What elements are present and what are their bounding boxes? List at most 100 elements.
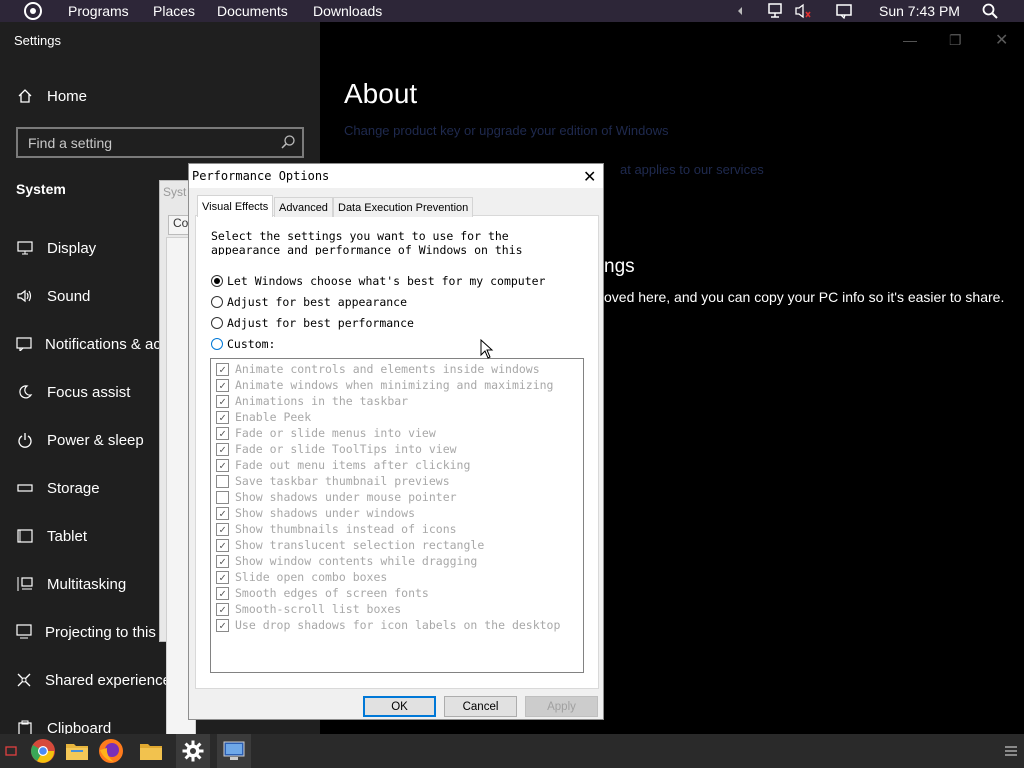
volume-muted-icon[interactable] <box>793 0 813 22</box>
tablet-icon <box>16 527 34 545</box>
mouse-pointer-icon <box>480 338 494 364</box>
nav-item-label: Display <box>47 239 97 257</box>
list-item-label: Show window contents while dragging <box>235 554 478 568</box>
apply-button[interactable]: Apply <box>525 696 598 717</box>
checkbox[interactable]: ✓ <box>216 394 229 408</box>
nav-item-tablet[interactable]: Tablet <box>16 524 166 548</box>
folder-icon[interactable] <box>134 734 168 768</box>
list-item[interactable]: ✓ Show translucent selection rectangle <box>216 537 484 553</box>
minimize-button[interactable]: — <box>903 32 917 48</box>
radio-button[interactable] <box>211 296 223 308</box>
list-item-label: Slide open combo boxes <box>235 570 388 584</box>
checkbox[interactable] <box>216 474 229 488</box>
app-menu-icon[interactable] <box>24 2 42 20</box>
file-manager-icon[interactable] <box>60 734 94 768</box>
nav-item-multitasking[interactable]: Multitasking <box>16 572 166 596</box>
network-icon[interactable] <box>766 0 786 22</box>
list-item[interactable]: ✓ Animations in the taskbar <box>216 393 408 409</box>
checkbox[interactable]: ✓ <box>216 362 229 376</box>
firefox-icon[interactable] <box>94 734 128 768</box>
copy-info-description: oved here, and you can copy your PC info… <box>604 289 1005 305</box>
menu-downloads[interactable]: Downloads <box>313 3 382 19</box>
checkbox[interactable]: ✓ <box>216 538 229 552</box>
list-item[interactable]: ✓ Show shadows under windows <box>216 505 415 521</box>
system-window-icon[interactable] <box>217 734 251 768</box>
chromium-icon[interactable] <box>26 734 60 768</box>
nav-item-focus-assist[interactable]: Focus assist <box>16 380 166 404</box>
nav-item-display[interactable]: Display <box>16 236 166 260</box>
services-link-text[interactable]: at applies to our services <box>620 162 764 177</box>
checkbox[interactable]: ✓ <box>216 570 229 584</box>
list-item[interactable]: ✓ Fade or slide menus into view <box>216 425 436 441</box>
power-icon <box>16 431 34 449</box>
list-item[interactable]: ✓ Show window contents while dragging <box>216 553 477 569</box>
list-item[interactable]: ✓ Use drop shadows for icon labels on the… <box>216 617 560 633</box>
list-item-label: Animations in the taskbar <box>235 394 409 408</box>
checkbox[interactable]: ✓ <box>216 554 229 568</box>
list-item[interactable]: ✓ Enable Peek <box>216 409 311 425</box>
system-properties-title: Syst <box>163 185 187 199</box>
taskbar-menu-icon[interactable] <box>998 734 1024 768</box>
checkbox[interactable] <box>216 490 229 504</box>
find-setting-input[interactable]: Find a setting <box>16 127 304 158</box>
nav-home[interactable]: Home <box>16 84 166 108</box>
radio-button[interactable] <box>211 275 223 287</box>
menu-documents[interactable]: Documents <box>217 3 288 19</box>
radio-button[interactable] <box>211 317 223 329</box>
visual-effects-list[interactable]: ✓ Animate controls and elements inside wi… <box>210 358 584 673</box>
list-item[interactable]: ✓ Fade out menu items after clicking <box>216 457 470 473</box>
ok-button[interactable]: OK <box>363 696 436 717</box>
nav-item-projecting[interactable]: Projecting to this PC <box>16 620 166 644</box>
radio-button[interactable] <box>211 338 223 350</box>
dialog-close-icon[interactable]: ✕ <box>583 167 596 187</box>
checkbox[interactable]: ✓ <box>216 458 229 472</box>
maximize-button[interactable]: ❐ <box>949 32 962 49</box>
nav-item-sound[interactable]: Sound <box>16 284 166 308</box>
checkbox[interactable]: ✓ <box>216 618 229 632</box>
list-item[interactable]: ✓ Smooth edges of screen fonts <box>216 585 429 601</box>
checkbox[interactable]: ✓ <box>216 602 229 616</box>
checkbox[interactable]: ✓ <box>216 378 229 392</box>
option-best-appearance[interactable]: Adjust for best appearance <box>211 294 407 310</box>
product-key-link[interactable]: Change product key or upgrade your editi… <box>344 123 668 138</box>
search-icon[interactable] <box>980 0 1000 22</box>
list-item[interactable]: Show shadows under mouse pointer <box>216 489 457 505</box>
checkbox[interactable]: ✓ <box>216 506 229 520</box>
speaker-icon <box>16 287 34 305</box>
menu-places[interactable]: Places <box>153 3 195 19</box>
clock[interactable]: Sun 7:43 PM <box>879 3 960 19</box>
tab-advanced[interactable]: Advanced <box>274 197 333 217</box>
nav-item-shared-experiences[interactable]: Shared experiences <box>16 668 166 692</box>
list-item-label: Fade or slide menus into view <box>235 426 436 440</box>
notification-message-icon[interactable] <box>834 0 854 22</box>
list-item[interactable]: ✓ Smooth-scroll list boxes <box>216 601 401 617</box>
close-button[interactable]: ✕ <box>995 30 1008 50</box>
show-desktop-icon[interactable] <box>0 734 22 768</box>
nav-item-power-sleep[interactable]: Power & sleep <box>16 428 166 452</box>
nav-item-label: Storage <box>47 479 100 497</box>
option-custom[interactable]: Custom: <box>211 336 275 352</box>
checkbox[interactable]: ✓ <box>216 586 229 600</box>
checkbox[interactable]: ✓ <box>216 426 229 440</box>
option-best-performance[interactable]: Adjust for best performance <box>211 315 414 331</box>
tab-data-execution-prevention[interactable]: Data Execution Prevention <box>333 197 474 217</box>
checkbox[interactable]: ✓ <box>216 410 229 424</box>
nav-item-notifications[interactable]: Notifications & actions <box>16 332 166 356</box>
list-item-label: Save taskbar thumbnail previews <box>235 474 450 488</box>
list-item[interactable]: ✓ Fade or slide ToolTips into view <box>216 441 457 457</box>
checkbox[interactable]: ✓ <box>216 522 229 536</box>
list-item[interactable]: ✓ Animate windows when minimizing and max… <box>216 377 554 393</box>
tray-arrow-icon[interactable] <box>734 0 746 22</box>
option-let-windows-choose[interactable]: Let Windows choose what's best for my co… <box>211 273 546 289</box>
menu-programs[interactable]: Programs <box>68 3 129 19</box>
list-item[interactable]: ✓ Show thumbnails instead of icons <box>216 521 457 537</box>
list-item[interactable]: Save taskbar thumbnail previews <box>216 473 450 489</box>
settings-gear-icon[interactable] <box>176 734 210 768</box>
nav-item-storage[interactable]: Storage <box>16 476 166 500</box>
cancel-button[interactable]: Cancel <box>444 696 517 717</box>
list-item-label: Use drop shadows for icon labels on the … <box>235 618 561 632</box>
tab-visual-effects[interactable]: Visual Effects <box>197 195 274 217</box>
dialog-titlebar[interactable]: Performance Options ✕ <box>189 164 603 188</box>
list-item[interactable]: ✓ Slide open combo boxes <box>216 569 387 585</box>
checkbox[interactable]: ✓ <box>216 442 229 456</box>
